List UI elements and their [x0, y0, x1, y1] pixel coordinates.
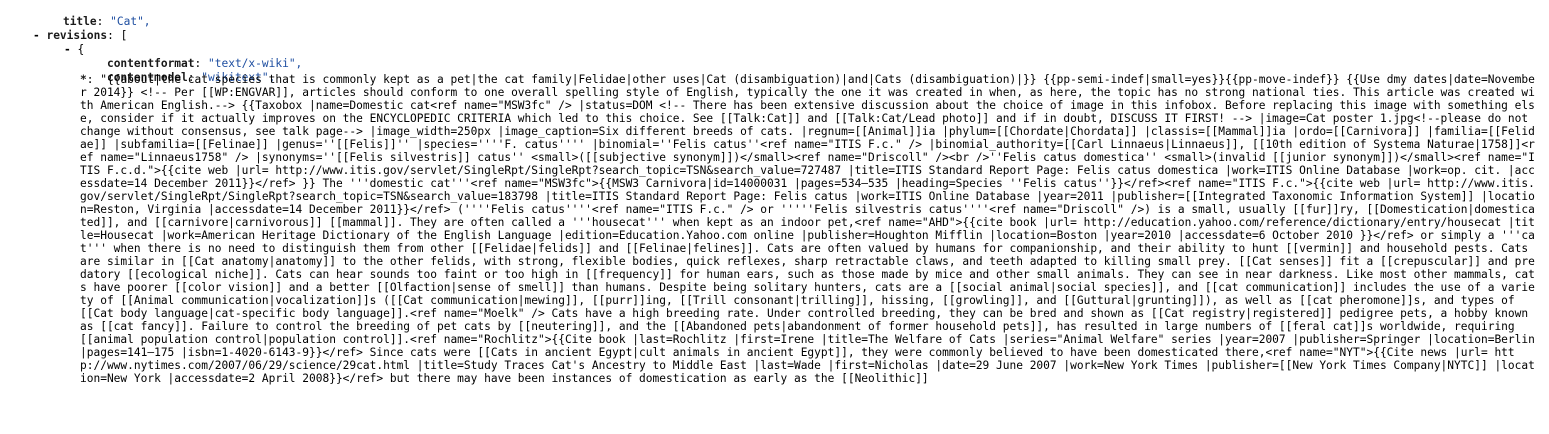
- content-key: *: [80, 73, 87, 86]
- revision-item-collapse-toggle[interactable]: -: [64, 43, 71, 56]
- revision-item-row: - {: [37, 30, 84, 69]
- content-colon: :: [86, 73, 101, 86]
- revisions-bracket: [: [120, 29, 128, 42]
- json-viewer: title: "Cat", - revisions: [ - { content…: [0, 0, 1549, 434]
- wikitext-content: *: "{{about|the cat species that is comm…: [80, 73, 1540, 434]
- revisions-colon: :: [107, 29, 121, 42]
- content-value: "{{about|the cat species that is commonl…: [80, 73, 1535, 385]
